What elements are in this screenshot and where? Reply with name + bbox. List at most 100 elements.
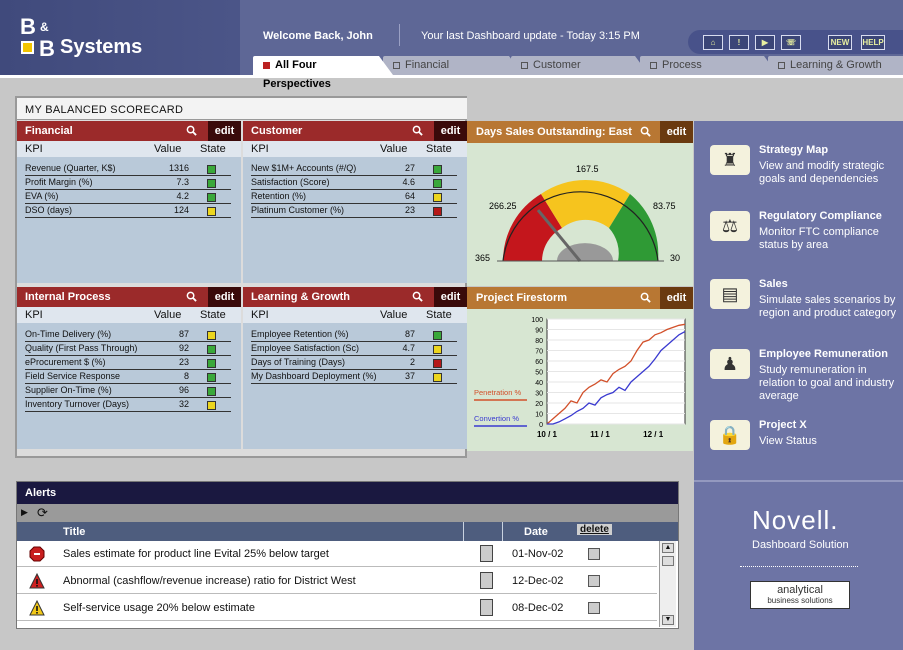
kpi-name: Days of Training (Days) [251, 357, 346, 367]
document-icon[interactable] [480, 572, 493, 589]
edit-button[interactable]: edit [660, 287, 693, 309]
alert-title[interactable]: Abnormal (cashflow/revenue increase) rat… [63, 575, 356, 587]
sidebar-item-strategy-map[interactable]: ♜ Strategy Map View and modify strategic g… [694, 143, 903, 203]
sales-icon[interactable]: ▤ [710, 279, 750, 309]
help-button[interactable]: HELP [861, 35, 885, 50]
search-icon[interactable] [186, 291, 197, 302]
sidebar-item-title[interactable]: Project X [759, 419, 807, 431]
col-value: Value [380, 309, 408, 321]
kpi-row[interactable]: On-Time Delivery (%) 87 [17, 328, 241, 342]
chess-icon[interactable]: ♜ [710, 145, 750, 175]
kpi-panel-customer: Customer edit KPI Value State New $1M+ Accoun… [243, 121, 467, 283]
kpi-row[interactable]: Employee Satisfaction (Sc) 4.7 [243, 342, 467, 356]
refresh-icon[interactable]: ⟳ [37, 505, 48, 521]
kpi-row[interactable]: Supplier On-Time (%) 96 [17, 384, 241, 398]
row-underline [25, 217, 231, 218]
sidebar-item-sales[interactable]: ▤ Sales Simulate sales scenarios by region… [694, 277, 903, 337]
kpi-row[interactable]: Retention (%) 64 [243, 190, 467, 204]
kpi-row[interactable]: Employee Retention (%) 87 [243, 328, 467, 342]
expand-icon[interactable]: ▶ [21, 507, 33, 519]
kpi-value: 23 [178, 357, 189, 367]
kpi-row[interactable]: Quality (First Pass Through) 92 [17, 342, 241, 356]
sidebar-item-employee-remuneration[interactable]: ♟ Employee Remuneration Study remuneration… [694, 347, 903, 407]
alerts-scrollbar[interactable]: ▲ ▼ [659, 541, 676, 627]
kpi-row[interactable]: Revenue (Quarter, K$) 1316 [17, 162, 241, 176]
search-icon[interactable] [412, 291, 423, 302]
kpi-value: 96 [178, 385, 189, 395]
kpi-value: 4.6 [402, 177, 415, 187]
kpi-panel-financial: Financial edit KPI Value State Revenue (Quart… [17, 121, 241, 283]
search-icon[interactable] [412, 125, 423, 136]
kpi-row[interactable]: Inventory Turnover (Days) 32 [17, 398, 241, 412]
document-icon[interactable] [480, 545, 493, 562]
edit-button[interactable]: edit [660, 121, 693, 143]
logo-name: Systems [60, 36, 143, 58]
lock-icon[interactable]: 🔒 [710, 420, 750, 450]
edit-button[interactable]: edit [208, 287, 241, 307]
alert-icon[interactable]: ! [729, 35, 749, 50]
kpi-row[interactable]: DSO (days) 124 [17, 204, 241, 218]
delete-checkbox[interactable] [588, 548, 600, 560]
scales-icon[interactable]: ⚖ [710, 211, 750, 241]
sidebar-item-regulatory-compliance[interactable]: ⚖ Regulatory Compliance Monitor FTC compli… [694, 209, 903, 269]
stop-icon [29, 546, 45, 562]
sidebar-item-title[interactable]: Regulatory Compliance [759, 210, 882, 222]
dotted-divider [740, 566, 858, 567]
kpi-row[interactable]: EVA (%) 4.2 [17, 190, 241, 204]
home-icon[interactable]: ⌂ [703, 35, 723, 50]
sidebar-item-desc: Monitor FTC compliance status by area [759, 226, 879, 251]
phone-icon[interactable]: ☏ [781, 35, 801, 50]
alert-row[interactable]: Sales estimate for product line Evital 2… [17, 541, 657, 567]
kpi-row[interactable]: Profit Margin (%) 7.3 [17, 176, 241, 190]
row-underline [25, 411, 231, 412]
sidebar-item-title[interactable]: Employee Remuneration [759, 348, 888, 360]
state-indicator-green [207, 345, 216, 354]
kpi-row[interactable]: eProcurement $ (%) 23 [17, 356, 241, 370]
kpi-row[interactable]: Satisfaction (Score) 4.6 [243, 176, 467, 190]
alert-title[interactable]: Self-service usage 20% below estimate [63, 602, 255, 614]
edit-button[interactable]: edit [208, 121, 241, 141]
scroll-down-icon[interactable]: ▼ [662, 615, 674, 625]
edit-button[interactable]: edit [434, 287, 467, 307]
tab-financial[interactable]: Financial [383, 56, 523, 75]
kpi-panel-internal-process: Internal Process edit KPI Value State On-Time… [17, 287, 241, 449]
tab-learning-growth[interactable]: Learning & Growth [768, 56, 903, 75]
tab-customer[interactable]: Customer [511, 56, 649, 75]
sidebar-item-title[interactable]: Sales [759, 278, 788, 290]
kpi-value: 37 [404, 371, 415, 381]
kpi-row[interactable]: My Dashboard Deployment (%) 37 [243, 370, 467, 384]
search-icon[interactable] [640, 292, 651, 303]
sidebar-item-project-x[interactable]: 🔒 Project X View Status [694, 418, 903, 478]
tab-label: Financial [405, 59, 450, 71]
search-icon[interactable] [640, 126, 651, 137]
alert-row[interactable]: Self-service usage 20% below estimate 08-… [17, 595, 657, 621]
delete-checkbox[interactable] [588, 602, 600, 614]
y-tick-label: 40 [535, 380, 543, 387]
delete-button[interactable]: delete [577, 524, 612, 535]
kpi-name: Inventory Turnover (Days) [25, 399, 130, 409]
alert-row[interactable]: Abnormal (cashflow/revenue increase) rat… [17, 568, 657, 594]
play-icon[interactable]: ▶ [755, 35, 775, 50]
sidebar-item-title[interactable]: Strategy Map [759, 144, 828, 156]
col-title[interactable]: Title [63, 526, 85, 538]
delete-checkbox[interactable] [588, 575, 600, 587]
sidebar-item-desc: View Status [759, 435, 817, 447]
tab-all-four-perspectives[interactable]: All Four Perspectives [253, 56, 393, 90]
kpi-row[interactable]: Platinum Customer (%) 23 [243, 204, 467, 218]
tab-process[interactable]: Process [640, 56, 778, 75]
gauge-label-max: 30 [670, 253, 680, 263]
new-button[interactable]: NEW [828, 35, 852, 50]
kpi-row[interactable]: New $1M+ Accounts (#/Q) 27 [243, 162, 467, 176]
logo-letter-b2: B [39, 36, 55, 61]
kpi-row[interactable]: Field Service Response 8 [17, 370, 241, 384]
scroll-thumb[interactable] [662, 556, 674, 566]
document-icon[interactable] [480, 599, 493, 616]
novell-subtitle: Dashboard Solution [752, 539, 849, 551]
people-icon[interactable]: ♟ [710, 349, 750, 379]
kpi-row[interactable]: Days of Training (Days) 2 [243, 356, 467, 370]
edit-button[interactable]: edit [434, 121, 467, 141]
col-date[interactable]: Date [524, 526, 548, 538]
scroll-up-icon[interactable]: ▲ [662, 543, 674, 553]
search-icon[interactable] [186, 125, 197, 136]
alert-title[interactable]: Sales estimate for product line Evital 2… [63, 548, 329, 560]
